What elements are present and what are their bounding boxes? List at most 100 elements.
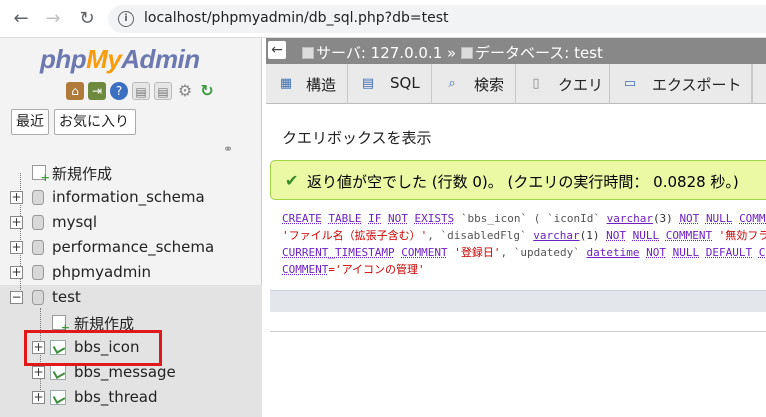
sql-token[interactable]: COMMENT [401,246,447,259]
tab-search[interactable]: ⌕ 検索 [432,64,516,104]
sql-token[interactable]: NOT [679,212,699,225]
back-arrow-icon[interactable]: ← [10,8,32,30]
sql-toolbar [270,290,766,312]
check-icon: ✔ [285,171,299,190]
link-with-main-panel-icon[interactable]: ⚭ [223,143,239,155]
sql-token[interactable]: COMMENT [282,263,328,276]
main-content: ← サーバ: 127.0.0.1 » データベース: test ▦ 構造 ▤ S… [266,38,766,417]
sql-token[interactable]: CREATE [282,212,322,225]
sql-token[interactable]: DEFAULT [706,246,752,259]
sql-token[interactable]: NOT [606,229,626,242]
sql-token[interactable]: IF [368,212,381,225]
database-icon [32,215,44,230]
sql-token[interactable]: EXISTS [415,212,455,225]
tab-structure[interactable]: ▦ 構造 [266,64,348,104]
database-menu: ▦ 構造 ▤ SQL ⌕ 検索 ▯ クエリ ▭ エクスポート [266,64,766,104]
documentation-icon[interactable]: ▤ [132,82,150,100]
settings-gear-icon[interactable]: ⚙ [176,82,194,100]
browser-toolbar: ← → ↻ i localhost/phpmyadmin/db_sql.php?… [0,0,766,38]
expand-icon[interactable]: + [10,191,23,204]
help-icon[interactable]: ? [110,82,128,100]
url-text[interactable]: localhost/phpmyadmin/db_sql.php?db=test [144,10,448,26]
database-icon [32,240,44,255]
divider [270,331,766,332]
sql-query-display: CREATE TABLE IF NOT EXISTS `bbs_icon` ( … [282,210,766,278]
sql-token: 'ファイル名（拡張子含む）' [282,229,428,242]
table-icon [50,365,66,380]
info-icon[interactable]: i [118,11,134,27]
sql-token[interactable]: CURRENT_TIMESTAMP [282,246,395,259]
sql-token[interactable]: COMMENT [739,212,766,225]
tab-export[interactable]: ▭ エクスポート [610,64,752,104]
search-icon: ⌕ [448,76,456,91]
sql-line: 'ファイル名（拡張子含む）', `disabledFlg` varchar(1)… [282,227,766,244]
sql-token: (1) [579,229,607,242]
sql-token: '登録日' [447,246,501,259]
sql-token: `bbs_icon` ( `iconId` [454,212,607,225]
sql-token[interactable]: varchar [607,212,653,225]
forward-arrow-icon[interactable]: → [42,8,64,30]
sql-token[interactable]: COMMENT [666,229,712,242]
home-icon[interactable]: ⌂ [66,82,84,100]
database-icon [461,47,473,59]
address-bar[interactable]: i localhost/phpmyadmin/db_sql.php?db=tes… [108,5,766,33]
tab-sql[interactable]: ▤ SQL [348,64,432,104]
navigation-panel: phpMyAdmin ⌂ ⇥ ? ▤ ▤ ⚙ ↻ 最近 お気に入り ⚭ 新規作成… [0,38,262,417]
tab-more[interactable] [752,64,766,104]
show-query-box-link[interactable]: クエリボックスを表示 [282,127,432,148]
table-icon [50,390,66,405]
sql-token: , `disabledFlg` [427,229,534,242]
sql-token[interactable]: NULL [633,229,660,242]
structure-icon: ▦ [279,76,293,91]
breadcrumb-database[interactable]: データベース: test [475,44,603,62]
expand-icon[interactable]: + [32,366,45,379]
new-table-icon [52,315,70,334]
favorite-tables-button[interactable]: お気に入り [54,109,136,135]
collapse-navigation-icon[interactable]: ← [268,41,286,59]
database-icon [32,265,44,280]
database-icon [32,290,44,305]
reload-icon[interactable]: ↻ [76,8,98,30]
sql-token[interactable]: NOT [388,212,408,225]
phpmyadmin-logo[interactable]: phpMyAdmin [40,44,200,75]
breadcrumb-separator: » [447,44,457,62]
expand-icon[interactable]: + [32,391,45,404]
sql-line: COMMENT='アイコンの管理' [282,261,766,278]
sql-token: , `updatedy` [500,246,587,259]
tab-query[interactable]: ▯ クエリ [516,64,610,104]
sql-token[interactable]: TABLE [328,212,361,225]
sql-token[interactable]: CURRENT_ [759,246,766,259]
sql-line: CREATE TABLE IF NOT EXISTS `bbs_icon` ( … [282,210,766,227]
expand-icon[interactable]: + [10,266,23,279]
sql-line: CURRENT_TIMESTAMP COMMENT '登録日', `update… [282,244,766,261]
expand-icon[interactable]: + [10,216,23,229]
nav-icon-row: ⌂ ⇥ ? ▤ ▤ ⚙ ↻ [66,82,216,102]
collapse-icon[interactable]: − [10,291,23,304]
breadcrumb: サーバ: 127.0.0.1 » データベース: test [302,42,603,63]
breadcrumb-server[interactable]: サーバ: 127.0.0.1 [316,44,442,62]
reload-navigation-icon[interactable]: ↻ [198,82,216,100]
sql-token[interactable]: datetime [587,246,640,259]
expand-icon[interactable]: + [10,241,23,254]
sql-docs-icon[interactable]: ▤ [154,82,172,100]
sql-token: ='アイコンの管理' [328,263,425,276]
highlight-box [24,330,162,366]
breadcrumb-bar: ← サーバ: 127.0.0.1 » データベース: test [266,38,766,64]
success-message: ✔ 返り値が空でした (行数 0)。 (クエリの実行時間： 0.0828 秒。) [270,160,766,200]
sql-token[interactable]: NOT [646,246,666,259]
export-icon: ▭ [623,76,637,91]
sql-token[interactable]: varchar [533,229,579,242]
logout-icon[interactable]: ⇥ [88,82,106,100]
sql-token[interactable]: NULL [706,212,733,225]
recent-tables-button[interactable]: 最近 [11,109,49,135]
sql-token[interactable]: NULL [673,246,700,259]
server-icon [302,47,314,59]
